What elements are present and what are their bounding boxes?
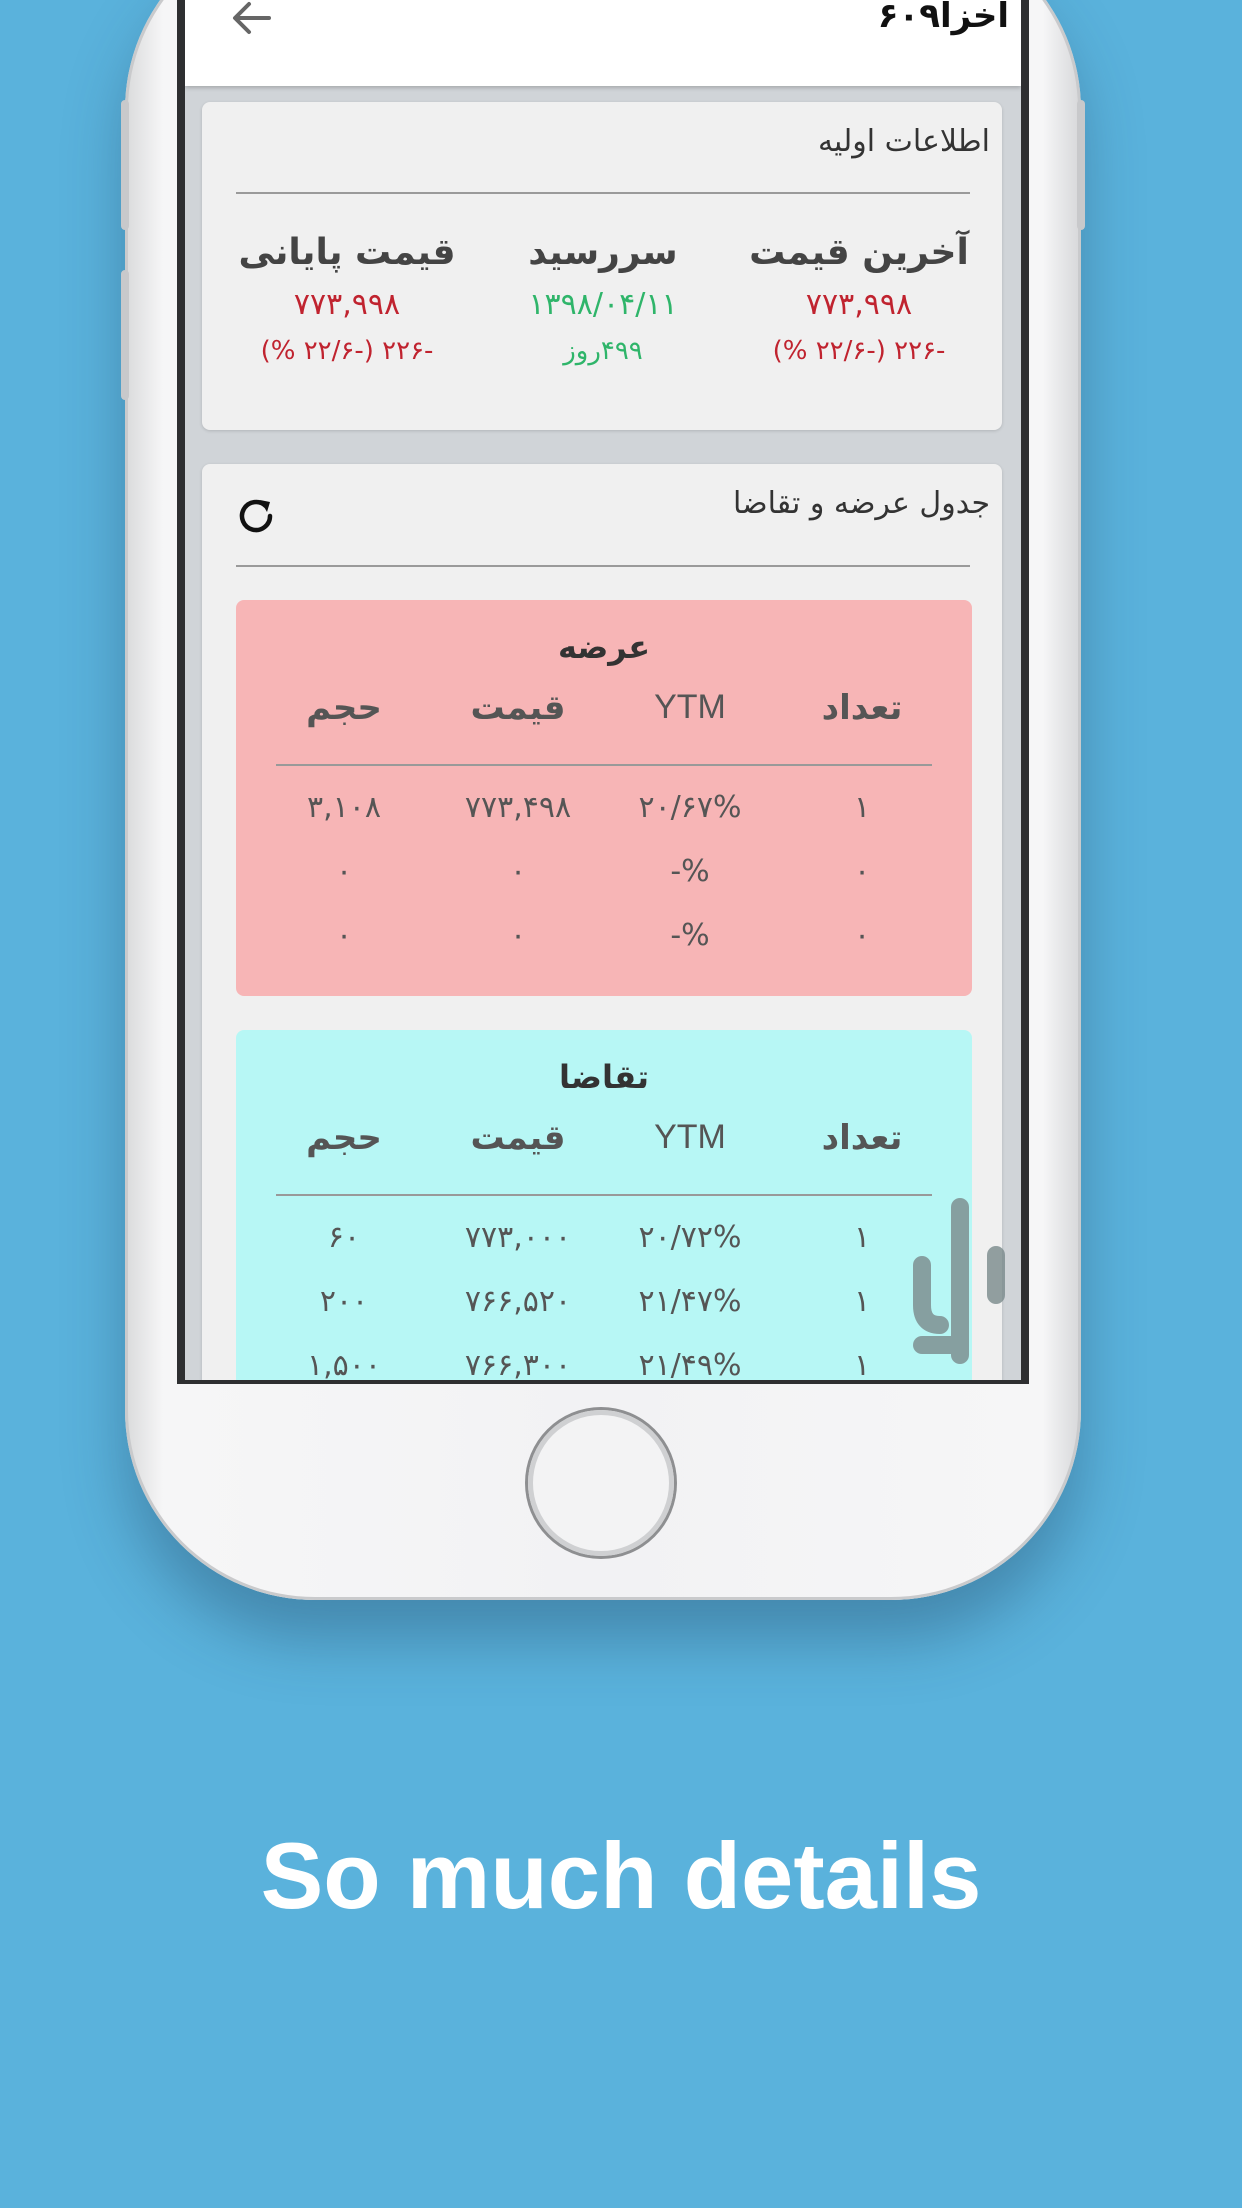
count-cell: ۰ xyxy=(853,854,871,889)
maturity-date: ۱۳۹۸/۰۴/۱۱ xyxy=(528,287,678,322)
phone-side-button xyxy=(121,100,129,230)
offers-header-row: حجم قیمت YTM تعداد xyxy=(236,688,972,738)
basic-info-title: اطلاعات اولیه xyxy=(817,124,990,159)
column-header-price: قیمت xyxy=(470,1118,566,1158)
column-header-count: تعداد xyxy=(821,688,903,728)
last-price-change: -۲۲۶ (-۲۲/۶ %) xyxy=(772,336,946,366)
column-header-ytm: YTM xyxy=(654,688,726,726)
offers-title: عرضه xyxy=(557,628,651,666)
volume-cell: ۱,۵۰۰ xyxy=(307,1348,381,1380)
divider xyxy=(276,1194,932,1196)
table-row: ۱,۵۰۰ ۷۶۶,۳۰۰ ۲۱/۴۹% ۱ xyxy=(236,1348,972,1380)
home-button xyxy=(528,1410,674,1556)
volume-cell: ۰ xyxy=(335,918,353,953)
order-book-card: جدول عرضه و تقاضا عرضه حجم قیمت YTM تعدا… xyxy=(202,464,1002,1380)
maturity-column: سررسید ۱۳۹۸/۰۴/۱۱ ۴۹۹روز xyxy=(478,232,728,366)
price-cell: ۷۷۳,۴۹۸ xyxy=(464,790,572,825)
column-header-ytm: YTM xyxy=(654,1118,726,1156)
volume-cell: ۲۰۰ xyxy=(319,1284,369,1319)
offers-panel: عرضه حجم قیمت YTM تعداد ۳,۱۰۸ ۷۷۳,۴۹۸ ۲۰… xyxy=(236,600,972,996)
closing-price-change: -۲۲۶ (-۲۲/۶ %) xyxy=(260,336,434,366)
phone-side-button xyxy=(1077,100,1085,230)
last-price-column: آخرین قیمت ۷۷۳,۹۹۸ -۲۲۶ (-۲۲/۶ %) xyxy=(734,232,984,366)
refresh-icon[interactable] xyxy=(234,494,278,538)
order-book-title: جدول عرضه و تقاضا xyxy=(733,486,990,521)
table-row: ۰ ۰ -% ۰ xyxy=(236,918,972,968)
divider xyxy=(236,565,970,567)
maturity-days: ۴۹۹روز xyxy=(563,336,643,366)
column-header-volume: حجم xyxy=(306,1118,382,1158)
ytm-cell: ۲۰/۷۲% xyxy=(638,1220,742,1255)
page-title: اخزا۶۰۹ xyxy=(877,0,1009,36)
count-cell: ۱ xyxy=(853,790,871,825)
last-price-value: ۷۷۳,۹۹۸ xyxy=(805,287,913,322)
volume-cell: ۶۰ xyxy=(327,1220,361,1255)
app-bar: اخزا۶۰۹ xyxy=(185,0,1021,86)
app-screen: اخزا۶۰۹ اطلاعات اولیه آخرین قیمت ۷۷۳,۹۹۸… xyxy=(185,0,1021,1380)
ytm-cell: ۲۱/۴۹% xyxy=(638,1348,742,1380)
column-header-count: تعداد xyxy=(821,1118,903,1158)
maturity-heading: سررسید xyxy=(528,232,678,273)
table-row: ۲۰۰ ۷۶۶,۵۲۰ ۲۱/۴۷% ۱ xyxy=(236,1284,972,1334)
closing-price-value: ۷۷۳,۹۹۸ xyxy=(293,287,401,322)
column-header-volume: حجم xyxy=(306,688,382,728)
price-cell: ۷۶۶,۳۰۰ xyxy=(464,1348,572,1380)
count-cell: ۰ xyxy=(853,918,871,953)
table-row: ۳,۱۰۸ ۷۷۳,۴۹۸ ۲۰/۶۷% ۱ xyxy=(236,790,972,840)
arrow-left-icon[interactable] xyxy=(225,0,281,46)
closing-price-heading: قیمت پایانی xyxy=(238,232,456,273)
divider xyxy=(276,764,932,766)
divider xyxy=(236,192,970,194)
volume-cell: ۳,۱۰۸ xyxy=(307,790,381,825)
price-cell: ۰ xyxy=(509,918,527,953)
last-price-heading: آخرین قیمت xyxy=(749,232,969,273)
column-header-price: قیمت xyxy=(470,688,566,728)
ytm-cell: -% xyxy=(670,918,710,953)
demands-header-row: حجم قیمت YTM تعداد xyxy=(236,1118,972,1168)
store-logo-watermark xyxy=(913,1198,1005,1364)
price-cell: ۷۷۳,۰۰۰ xyxy=(464,1220,572,1255)
demands-title: تقاضا xyxy=(559,1058,649,1096)
demands-panel: تقاضا حجم قیمت YTM تعداد ۶۰ ۷۷۳,۰۰۰ ۲۰/۷… xyxy=(236,1030,972,1380)
basic-info-card: اطلاعات اولیه آخرین قیمت ۷۷۳,۹۹۸ -۲۲۶ (-… xyxy=(202,102,1002,430)
volume-cell: ۰ xyxy=(335,854,353,889)
ytm-cell: ۲۰/۶۷% xyxy=(638,790,742,825)
phone-side-button xyxy=(121,270,129,400)
ytm-cell: ۲۱/۴۷% xyxy=(638,1284,742,1319)
table-row: ۶۰ ۷۷۳,۰۰۰ ۲۰/۷۲% ۱ xyxy=(236,1220,972,1270)
table-row: ۰ ۰ -% ۰ xyxy=(236,854,972,904)
price-cell: ۰ xyxy=(509,854,527,889)
price-cell: ۷۶۶,۵۲۰ xyxy=(464,1284,572,1319)
promo-caption: So much details xyxy=(260,1823,982,1928)
closing-price-column: قیمت پایانی ۷۷۳,۹۹۸ -۲۲۶ (-۲۲/۶ %) xyxy=(222,232,472,366)
ytm-cell: -% xyxy=(670,854,710,889)
